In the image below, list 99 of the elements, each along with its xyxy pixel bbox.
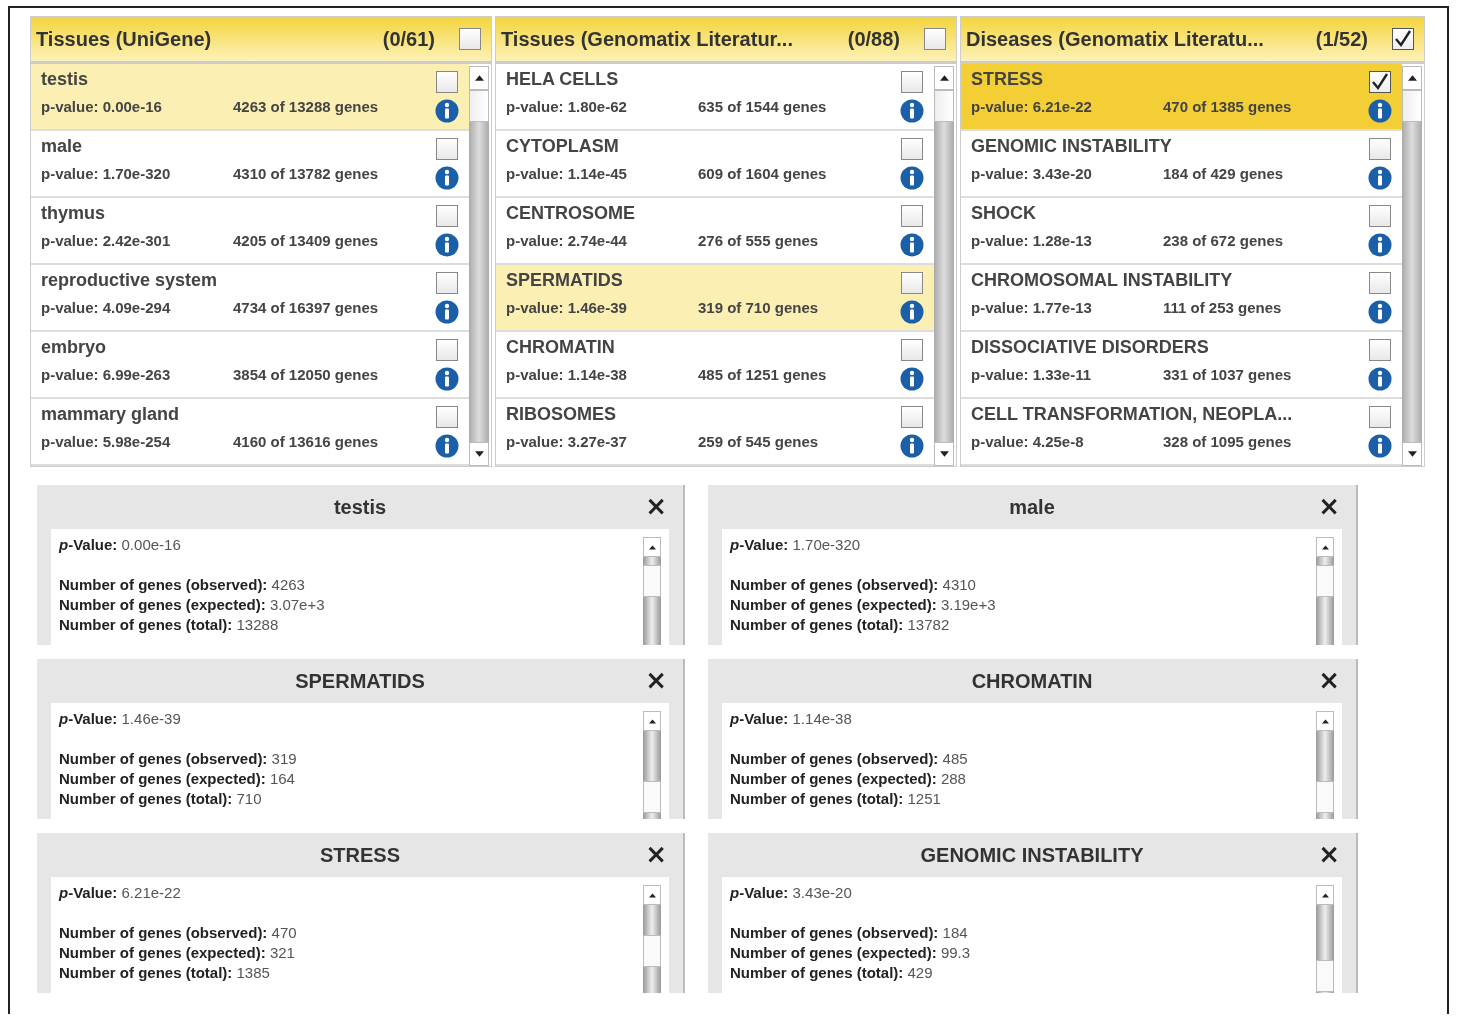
row-name: DISSOCIATIVE DISORDERS <box>971 337 1210 358</box>
close-button[interactable]: × <box>1318 493 1340 519</box>
gene-count: 276 of 555 genes <box>698 232 819 249</box>
p-value-text: p-value: 6.21e-22 <box>971 98 1093 115</box>
gene-count: 238 of 672 genes <box>1163 232 1284 249</box>
gene-count: 4263 of 13288 genes <box>233 98 379 115</box>
p-value-text: p-value: 1.77e-13 <box>971 299 1093 316</box>
detail-line: Number of genes (total): 1385 <box>59 963 271 983</box>
panel-title: Tissues (UniGene) <box>36 27 213 51</box>
p-value-text: p-value: 0.00e-16 <box>41 98 163 115</box>
detail-line: Number of genes (total): 13782 <box>730 615 951 635</box>
gene-count: 4160 of 13616 genes <box>233 433 379 450</box>
detail-line: p-Value: 0.00e-16 <box>59 535 182 555</box>
row-name: HELA CELLS <box>506 69 620 90</box>
detail-line: Number of genes (expected): 288 <box>730 769 967 789</box>
detail-line: Number of genes (expected): 99.3 <box>730 943 972 963</box>
row-name: reproductive system <box>41 270 219 291</box>
detail-line: Number of genes (expected): 3.07e+3 <box>59 595 326 615</box>
detail-line: p-Value: 6.21e-22 <box>59 883 182 903</box>
close-button[interactable]: × <box>645 841 667 867</box>
popup-title: GENOMIC INSTABILITY <box>920 843 1144 867</box>
close-button[interactable]: × <box>1318 667 1340 693</box>
p-value-text: p-value: 4.09e-294 <box>41 299 172 316</box>
p-value-text: p-value: 1.28e-13 <box>971 232 1093 249</box>
gene-count: 3854 of 12050 genes <box>233 366 379 383</box>
detail-line: p-Value: 1.46e-39 <box>59 709 182 729</box>
p-value-text: p-value: 1.14e-45 <box>506 165 628 182</box>
detail-line: Number of genes (observed): 4263 <box>59 575 306 595</box>
panel-count: (0/88) <box>847 27 900 51</box>
list-row[interactable]: SPERMATIDS p-value: 1.46e-39 319 of 710 genes <box>496 265 934 332</box>
list-row[interactable]: STRESS p-value: 6.21e-22 470 of 1385 genes <box>961 64 1402 131</box>
p-value-text: p-value: 1.46e-39 <box>506 299 628 316</box>
row-name: STRESS <box>971 69 1045 90</box>
detail-line: Number of genes (expected): 3.19e+3 <box>730 595 997 615</box>
row-name: CHROMOSOMAL INSTABILITY <box>971 270 1234 291</box>
close-button[interactable]: × <box>645 493 667 519</box>
gene-count: 4205 of 13409 genes <box>233 232 379 249</box>
detail-line: p-Value: 1.14e-38 <box>730 709 853 729</box>
gene-count: 4734 of 16397 genes <box>233 299 379 316</box>
p-value-text: p-value: 3.27e-37 <box>506 433 628 450</box>
detail-line: Number of genes (total): 13288 <box>59 615 280 635</box>
detail-line: Number of genes (total): 1251 <box>730 789 942 809</box>
gene-count: 635 of 1544 genes <box>698 98 827 115</box>
panel-count: (1/52) <box>1315 27 1368 51</box>
gene-count: 609 of 1604 genes <box>698 165 827 182</box>
detail-line: Number of genes (observed): 485 <box>730 749 969 769</box>
list-row[interactable]: testis p-value: 0.00e-16 4263 of 13288 genes <box>31 64 469 131</box>
detail-line: Number of genes (expected): 321 <box>59 943 296 963</box>
row-name: CENTROSOME <box>506 203 636 224</box>
gene-count: 470 of 1385 genes <box>1163 98 1292 115</box>
gene-count: 184 of 429 genes <box>1163 165 1284 182</box>
panel-count: (0/61) <box>382 27 435 51</box>
gene-count: 319 of 710 genes <box>698 299 819 316</box>
row-name: testis <box>41 69 90 90</box>
row-name: mammary gland <box>41 404 181 425</box>
popup-title: STRESS <box>320 843 400 867</box>
popup-title: SPERMATIDS <box>295 669 425 693</box>
p-value-text: p-value: 1.33e-11 <box>971 366 1093 383</box>
gene-count: 4310 of 13782 genes <box>233 165 379 182</box>
gene-count: 331 of 1037 genes <box>1163 366 1292 383</box>
detail-line: Number of genes (total): 429 <box>730 963 934 983</box>
gene-count: 111 of 253 genes <box>1163 299 1282 316</box>
row-name: GENOMIC INSTABILITY <box>971 136 1173 157</box>
detail-line: Number of genes (total): 710 <box>59 789 263 809</box>
p-value-text: p-value: 1.70e-320 <box>41 165 172 182</box>
detail-line: Number of genes (expected): 164 <box>59 769 296 789</box>
row-name: embryo <box>41 337 108 358</box>
detail-line: Number of genes (observed): 4310 <box>730 575 977 595</box>
panel-title: Tissues (Genomatix Literatur... <box>501 27 794 51</box>
row-name: CYTOPLASM <box>506 136 620 157</box>
p-value-text: p-value: 2.42e-301 <box>41 232 172 249</box>
p-value-text: p-value: 3.43e-20 <box>971 165 1093 182</box>
detail-line: Number of genes (observed): 184 <box>730 923 969 943</box>
detail-line: p-Value: 3.43e-20 <box>730 883 853 903</box>
p-value-text: p-value: 1.14e-38 <box>506 366 628 383</box>
p-value-text: p-value: 1.80e-62 <box>506 98 628 115</box>
p-value-text: p-value: 4.25e-8 <box>971 433 1085 450</box>
detail-line: Number of genes (observed): 319 <box>59 749 298 769</box>
panel-title: Diseases (Genomatix Literatu... <box>966 27 1265 51</box>
row-name: SPERMATIDS <box>506 270 624 291</box>
p-value-text: p-value: 5.98e-254 <box>41 433 172 450</box>
row-name: CHROMATIN <box>506 337 616 358</box>
close-button[interactable]: × <box>645 667 667 693</box>
row-name: male <box>41 136 84 157</box>
row-name: RIBOSOMES <box>506 404 617 425</box>
row-name: thymus <box>41 203 106 224</box>
gene-count: 259 of 545 genes <box>698 433 819 450</box>
popup-title: male <box>1009 495 1055 519</box>
gene-count: 485 of 1251 genes <box>698 366 827 383</box>
p-value-text: p-value: 2.74e-44 <box>506 232 628 249</box>
popup-title: testis <box>333 495 387 519</box>
row-name: CELL TRANSFORMATION, NEOPLA... <box>971 404 1294 425</box>
p-value-text: p-value: 6.99e-263 <box>41 366 172 383</box>
gene-count: 328 of 1095 genes <box>1163 433 1292 450</box>
detail-line: p-Value: 1.70e-320 <box>730 535 862 555</box>
row-name: SHOCK <box>971 203 1037 224</box>
popup-title: CHROMATIN <box>971 669 1093 693</box>
detail-line: Number of genes (observed): 470 <box>59 923 298 943</box>
close-button[interactable]: × <box>1318 841 1340 867</box>
